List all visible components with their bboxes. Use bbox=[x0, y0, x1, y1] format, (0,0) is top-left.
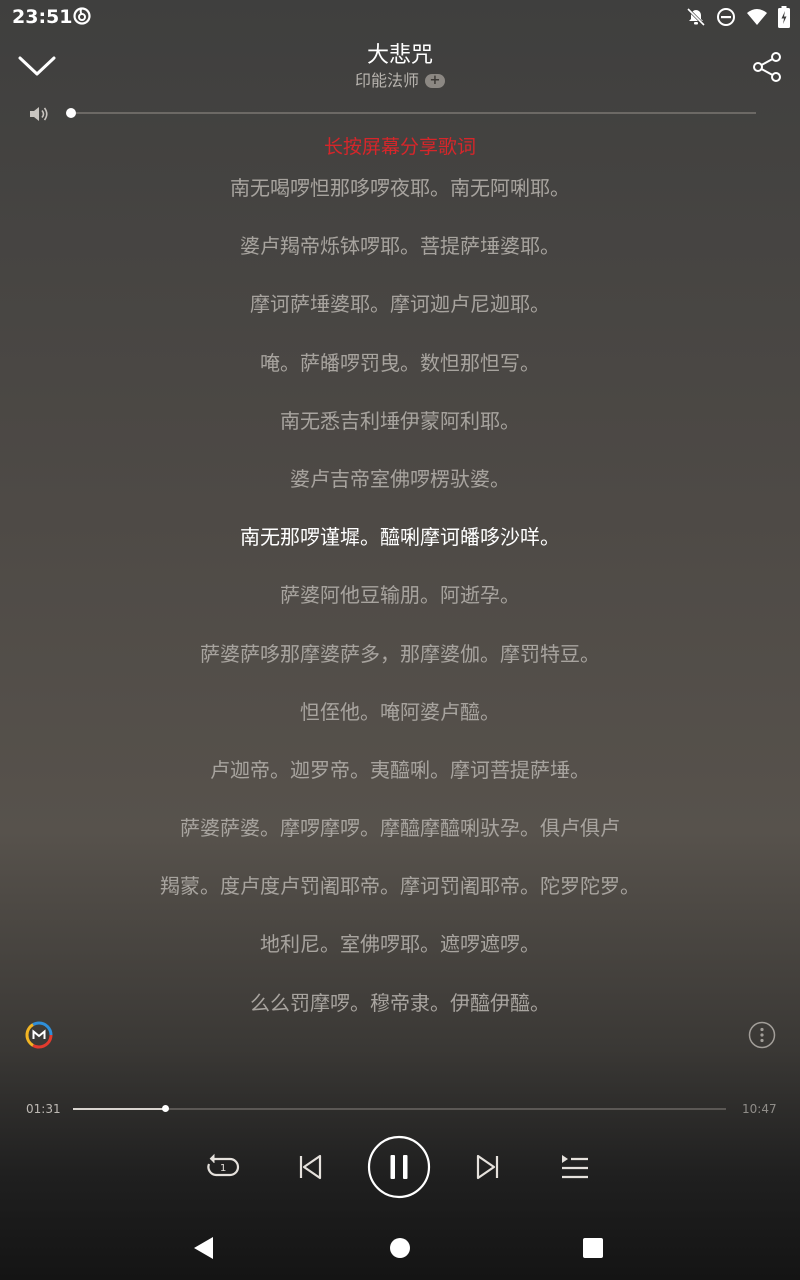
home-circle-icon bbox=[390, 1238, 410, 1258]
volume-slider-track[interactable] bbox=[70, 112, 756, 114]
recents-square-icon bbox=[583, 1238, 603, 1258]
lyric-line[interactable]: 萨婆阿他豆输朋。阿逝孕。 bbox=[0, 566, 800, 624]
song-header: 大悲咒 印能法师 + bbox=[200, 42, 600, 92]
progress-thumb[interactable] bbox=[162, 1105, 169, 1112]
repeat-mode-button[interactable]: 1 bbox=[204, 1150, 242, 1184]
lyric-line[interactable]: 南无喝啰怛那哆啰夜耶。南无阿唎耶。 bbox=[0, 159, 800, 217]
progress-fill bbox=[73, 1108, 165, 1110]
playlist-button[interactable] bbox=[559, 1151, 591, 1183]
sound-effect-icon bbox=[25, 1021, 53, 1049]
lyric-line[interactable]: 南无悉吉利埵伊蒙阿利耶。 bbox=[0, 392, 800, 450]
follow-artist-button[interactable]: + bbox=[425, 74, 445, 88]
previous-button[interactable] bbox=[296, 1151, 324, 1183]
more-button[interactable] bbox=[748, 1021, 776, 1049]
wifi-icon bbox=[746, 7, 768, 27]
do-not-disturb-icon bbox=[716, 7, 736, 27]
lyric-line[interactable]: 卢迦帝。迦罗帝。夷醯唎。摩诃菩提萨埵。 bbox=[0, 741, 800, 799]
more-vertical-icon bbox=[748, 1021, 776, 1049]
skip-next-icon bbox=[476, 1154, 499, 1180]
lyric-line[interactable]: 羯蒙。度卢度卢罚阇耶帝。摩诃罚阇耶帝。陀罗陀罗。 bbox=[0, 857, 800, 915]
lyric-line[interactable]: 么么罚摩啰。穆帝隶。伊醯伊醯。 bbox=[0, 974, 800, 1032]
nav-back-button[interactable] bbox=[191, 1235, 217, 1261]
total-time: 10:47 bbox=[742, 1102, 777, 1116]
lyric-line[interactable]: 怛侄他。唵阿婆卢醯。 bbox=[0, 683, 800, 741]
artist-row[interactable]: 印能法师 + bbox=[355, 70, 445, 92]
progress-track[interactable] bbox=[73, 1108, 726, 1110]
pause-icon bbox=[367, 1135, 431, 1199]
artist-name[interactable]: 印能法师 bbox=[355, 70, 419, 92]
status-time: 23:51 bbox=[12, 6, 73, 28]
netease-notification-icon bbox=[72, 6, 92, 26]
repeat-one-icon: 1 bbox=[207, 1153, 240, 1177]
next-button[interactable] bbox=[474, 1151, 502, 1183]
nav-home-button[interactable] bbox=[388, 1236, 412, 1260]
lyric-line[interactable]: 萨婆萨婆。摩啰摩啰。摩醯摩醯唎驮孕。俱卢俱卢 bbox=[0, 799, 800, 857]
status-icons bbox=[686, 6, 790, 28]
lyric-line[interactable]: 地利尼。室佛啰耶。遮啰遮啰。 bbox=[0, 915, 800, 973]
skip-previous-icon bbox=[299, 1154, 322, 1180]
lyric-line[interactable]: 萨婆萨哆那摩婆萨多，那摩婆伽。摩罚特豆。 bbox=[0, 625, 800, 683]
lyric-line[interactable]: 婆卢羯帝烁钵啰耶。菩提萨埵婆耶。 bbox=[0, 217, 800, 275]
speaker-icon[interactable] bbox=[28, 104, 50, 124]
song-title: 大悲咒 bbox=[366, 43, 433, 68]
share-lyrics-hint: 长按屏幕分享歌词 bbox=[323, 136, 476, 158]
lyric-line[interactable]: 摩诃萨埵婆耶。摩诃迦卢尼迦耶。 bbox=[0, 275, 800, 333]
lyric-line-active[interactable]: 南无那啰谨墀。醯唎摩诃皤哆沙咩。 bbox=[0, 508, 800, 566]
battery-icon bbox=[778, 6, 790, 28]
lyrics-list[interactable]: 南无喝啰怛那哆啰夜耶。南无阿唎耶。 婆卢羯帝烁钵啰耶。菩提萨埵婆耶。 摩诃萨埵婆耶。… bbox=[0, 159, 800, 1032]
playlist-icon bbox=[562, 1155, 588, 1179]
chevron-down-icon bbox=[18, 56, 56, 76]
play-pause-button[interactable] bbox=[367, 1135, 431, 1199]
back-triangle-icon bbox=[194, 1237, 213, 1259]
nav-recents-button[interactable] bbox=[582, 1237, 604, 1259]
svg-text:1: 1 bbox=[220, 1163, 226, 1174]
volume-slider-thumb[interactable] bbox=[66, 108, 76, 118]
bell-off-icon bbox=[686, 7, 706, 27]
lyric-line[interactable]: 唵。萨皤啰罚曳。数怛那怛写。 bbox=[0, 334, 800, 392]
collapse-button[interactable] bbox=[16, 50, 58, 82]
sound-effect-button[interactable] bbox=[24, 1020, 54, 1050]
current-time: 01:31 bbox=[26, 1102, 61, 1116]
lyric-line[interactable]: 婆卢吉帝室佛啰楞驮婆。 bbox=[0, 450, 800, 508]
share-icon bbox=[753, 52, 781, 82]
status-bar: 23:51 bbox=[0, 0, 800, 34]
share-button[interactable] bbox=[750, 50, 784, 84]
